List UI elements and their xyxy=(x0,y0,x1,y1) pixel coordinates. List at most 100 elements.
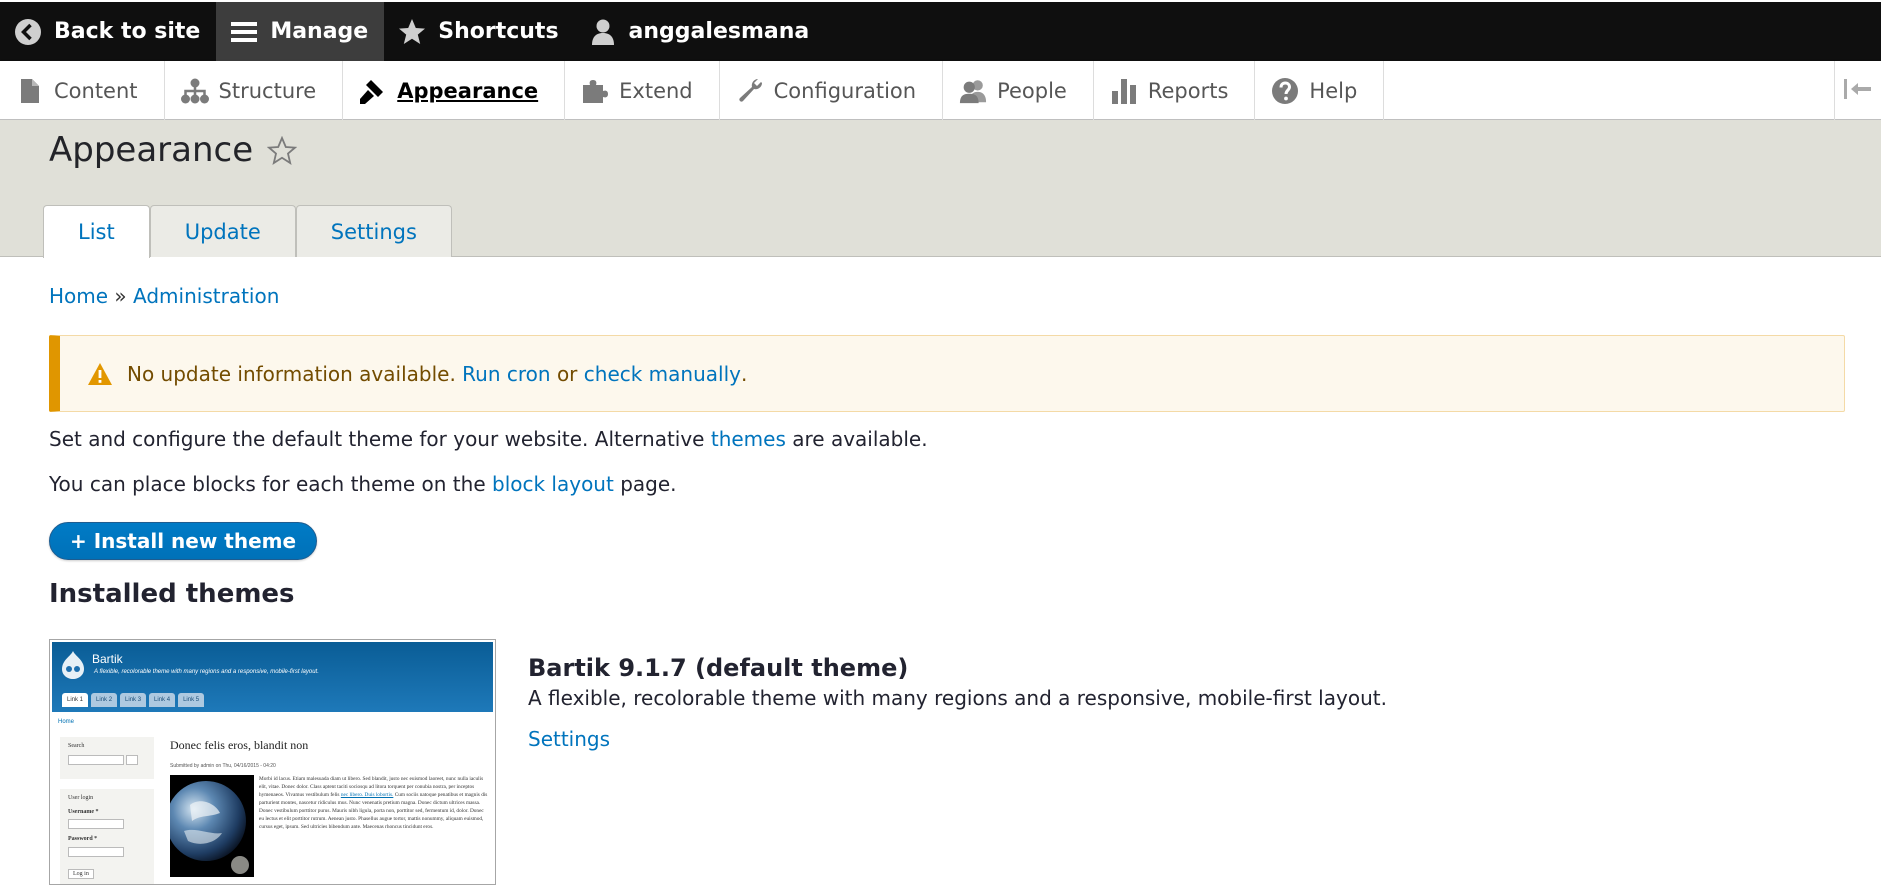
primary-tabs: List Update Settings xyxy=(43,205,452,258)
intro-text: You can place blocks for each theme on t… xyxy=(49,472,486,496)
paintbrush-icon xyxy=(359,77,387,105)
tray-item-content[interactable]: Content xyxy=(0,61,165,120)
page-header: Appearance List Update Settings xyxy=(0,120,1881,258)
file-icon xyxy=(16,77,44,105)
screenshot-tab: Link 2 xyxy=(91,693,118,707)
shortcuts-tab[interactable]: Shortcuts xyxy=(384,2,574,61)
screenshot-username-input xyxy=(68,819,124,829)
intro-text: Set and configure the default theme for … xyxy=(49,427,705,451)
wrench-icon xyxy=(736,77,764,105)
page-title-text: Appearance xyxy=(49,130,254,170)
people-icon xyxy=(959,77,987,105)
warning-icon xyxy=(87,362,113,386)
screenshot-earth-image xyxy=(170,775,254,877)
intro-text: page. xyxy=(620,472,677,496)
tray-item-extend[interactable]: Extend xyxy=(565,61,720,120)
screenshot-login-button: Log in xyxy=(68,869,94,879)
check-manually-link[interactable]: check manually xyxy=(584,362,741,386)
screenshot-password-input xyxy=(68,847,124,857)
manage-label: Manage xyxy=(270,19,369,44)
theme-settings-link[interactable]: Settings xyxy=(528,727,610,751)
screenshot-tab: Link 4 xyxy=(149,693,176,707)
screenshot-search-input xyxy=(68,755,124,765)
theme-info: Bartik 9.1.7 (default theme) A flexible,… xyxy=(528,654,1387,710)
warning-or: or xyxy=(556,361,578,386)
breadcrumb-separator: » xyxy=(114,284,127,308)
breadcrumb-home-link[interactable]: Home xyxy=(49,284,108,308)
screenshot-home-link: Home xyxy=(58,719,75,725)
back-to-site-link[interactable]: Back to site xyxy=(0,2,216,61)
tray-item-label: Extend xyxy=(619,78,693,103)
screenshot-tab: Link 5 xyxy=(178,693,205,707)
tray-item-structure[interactable]: Structure xyxy=(165,61,344,120)
back-arrow-icon xyxy=(14,18,42,46)
sitemap-icon xyxy=(180,77,209,105)
drupal-drop-logo-icon xyxy=(61,650,85,680)
menu-icon xyxy=(230,18,258,46)
tab-list[interactable]: List xyxy=(43,205,150,258)
tab-settings[interactable]: Settings xyxy=(295,205,452,257)
warning-text: No update information available. xyxy=(127,361,456,386)
admin-toolbar: Back to site Manage Shortcuts anggalesma… xyxy=(0,0,1881,61)
username-label: anggalesmana xyxy=(628,19,810,44)
bar-chart-icon xyxy=(1110,77,1138,105)
screenshot-password-label: Password * xyxy=(68,836,98,842)
intro-text: are available. xyxy=(792,427,928,451)
tray-item-reports[interactable]: Reports xyxy=(1094,61,1256,120)
theme-description: A flexible, recolorable theme with many … xyxy=(528,686,1387,710)
screenshot-header: Bartik A flexible, recolorable theme wit… xyxy=(52,642,493,712)
screenshot-tabs: Link 1 Link 2 Link 3 Link 4 Link 5 xyxy=(62,693,207,707)
page-title: Appearance xyxy=(49,130,298,170)
intro-paragraph-themes: Set and configure the default theme for … xyxy=(49,427,928,451)
screenshot-article-body: Morbi id lacus. Etiam malesuada diam ut … xyxy=(259,775,489,831)
user-tab[interactable]: anggalesmana xyxy=(575,2,826,61)
update-warning-message: No update information available. Run cro… xyxy=(49,335,1845,412)
screenshot-body-link: nec libero. Duis lobortis. xyxy=(340,792,394,798)
back-to-site-label: Back to site xyxy=(54,19,201,44)
tray-item-label: Reports xyxy=(1147,78,1229,103)
theme-screenshot: Bartik A flexible, recolorable theme wit… xyxy=(49,639,496,885)
install-new-theme-button[interactable]: + Install new theme xyxy=(49,522,318,560)
puzzle-icon xyxy=(581,77,609,105)
run-cron-link[interactable]: Run cron xyxy=(462,362,550,386)
screenshot-article-meta: Submitted by admin on Thu, 04/16/2015 - … xyxy=(170,763,276,769)
admin-menu-tray: Content Structure Appearance Extend Conf… xyxy=(0,61,1881,120)
tray-item-label: Structure xyxy=(218,78,317,103)
warning-period: . xyxy=(740,361,748,386)
collapse-arrow-icon xyxy=(1843,78,1873,104)
tray-item-label: People xyxy=(997,78,1067,103)
breadcrumb: Home » Administration xyxy=(49,284,279,308)
screenshot-username-label: Username * xyxy=(68,809,99,815)
intro-paragraph-blocks: You can place blocks for each theme on t… xyxy=(49,472,677,496)
tray-item-label: Content xyxy=(54,78,138,103)
block-layout-link[interactable]: block layout xyxy=(492,472,614,496)
screenshot-user-login-label: User login xyxy=(68,795,94,801)
star-shortcut-icon[interactable] xyxy=(266,135,298,165)
screenshot-search-block: Search xyxy=(60,737,154,779)
tray-item-label: Configuration xyxy=(773,78,917,103)
tab-update[interactable]: Update xyxy=(149,205,296,257)
tray-item-label: Help xyxy=(1309,78,1358,103)
tray-item-configuration[interactable]: Configuration xyxy=(720,61,944,120)
theme-name: Bartik 9.1.7 (default theme) xyxy=(528,654,909,682)
screenshot-slogan: A flexible, recolorable theme with many … xyxy=(94,669,319,675)
screenshot-login-block: User login Username * Password * Log in xyxy=(60,789,154,884)
orientation-toggle-button[interactable] xyxy=(1834,61,1881,120)
screenshot-article-title: Donec felis eros, blandit non xyxy=(170,738,309,752)
manage-tab[interactable]: Manage xyxy=(216,2,385,61)
screenshot-site-name: Bartik xyxy=(92,652,123,666)
screenshot-tab: Link 3 xyxy=(120,693,147,707)
star-icon xyxy=(398,18,426,46)
tray-item-help[interactable]: Help xyxy=(1255,61,1385,120)
breadcrumb-administration-link[interactable]: Administration xyxy=(133,284,279,308)
themes-link[interactable]: themes xyxy=(711,427,786,451)
screenshot-search-button xyxy=(126,755,138,765)
tray-item-people[interactable]: People xyxy=(943,61,1094,120)
user-icon xyxy=(589,18,617,46)
help-icon xyxy=(1271,77,1299,105)
screenshot-tab: Link 1 xyxy=(62,693,89,707)
tray-item-appearance[interactable]: Appearance xyxy=(343,61,566,120)
shortcuts-label: Shortcuts xyxy=(438,19,559,44)
installed-themes-heading: Installed themes xyxy=(49,579,295,609)
screenshot-search-label: Search xyxy=(68,743,85,749)
